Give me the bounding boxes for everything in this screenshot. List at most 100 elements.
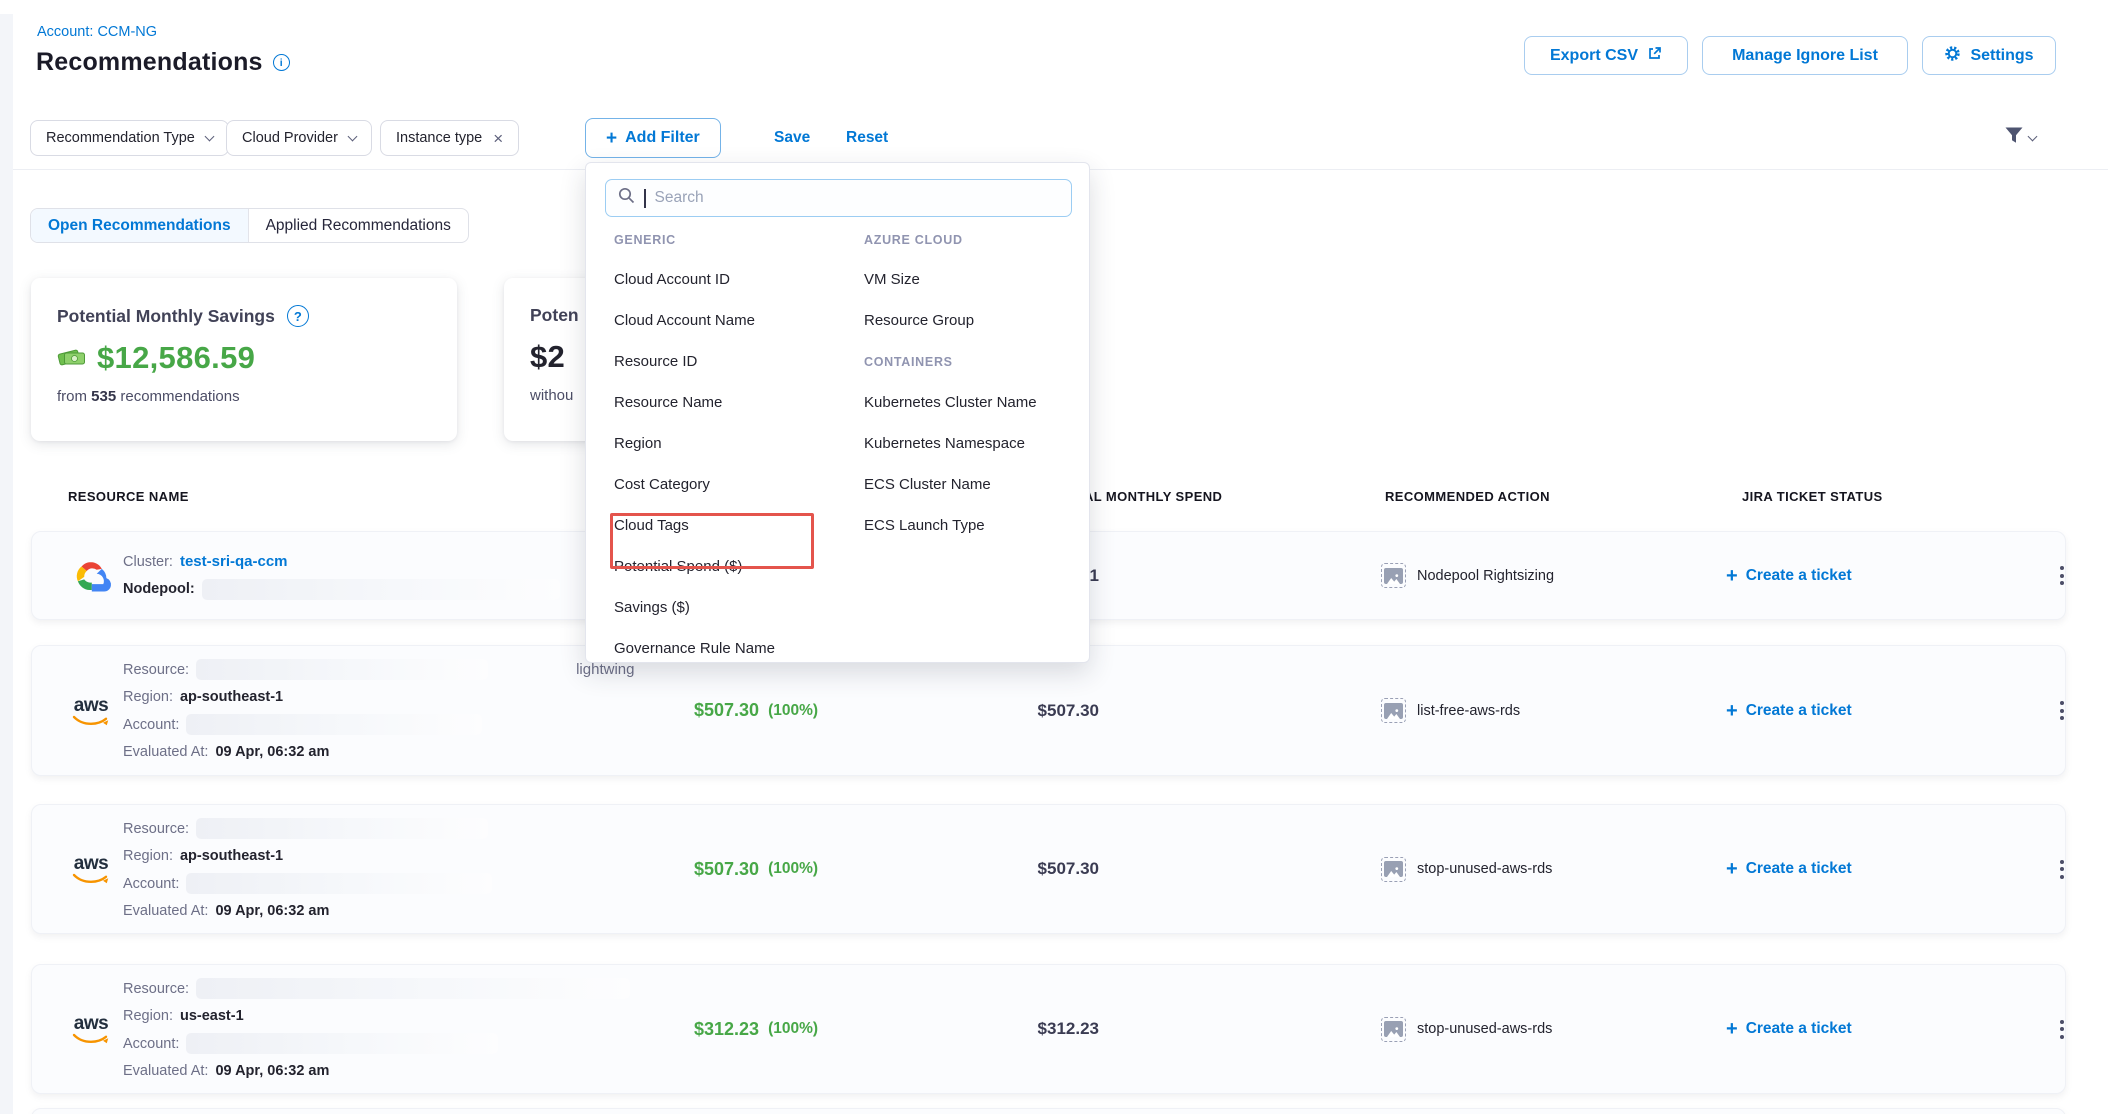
chip-label: Recommendation Type xyxy=(46,130,195,146)
potential-monthly-savings-card: Potential Monthly Savings ? $12,586.59 f… xyxy=(31,278,457,441)
resource-label: Resource: xyxy=(123,821,189,837)
filter-option-savings[interactable]: Savings ($) xyxy=(614,587,846,628)
gear-icon xyxy=(1944,45,1961,67)
region-line: Region: ap-southeast-1 xyxy=(123,684,634,712)
help-icon[interactable]: ? xyxy=(287,305,309,327)
info-icon[interactable]: i xyxy=(273,54,290,71)
create-ticket-label: Create a ticket xyxy=(1746,1020,1852,1038)
tab-open-recommendations[interactable]: Open Recommendations xyxy=(31,209,248,242)
resource-label: Resource: xyxy=(123,662,189,678)
account-label: Account: xyxy=(123,1036,179,1052)
spend-value: $507.30 xyxy=(1038,701,1099,721)
filter-option-resource-name[interactable]: Resource Name xyxy=(614,382,846,423)
row-menu-kebab-icon[interactable] xyxy=(2060,532,2064,619)
settings-button[interactable]: Settings xyxy=(1922,36,2056,75)
filter-option-cloud-account-name[interactable]: Cloud Account Name xyxy=(614,300,846,341)
plus-icon: + xyxy=(1726,566,1738,586)
savings-value: $507.30 xyxy=(694,700,759,721)
redacted-value xyxy=(186,873,492,894)
table-row[interactable]: aws Resource: lightwing Region: ap-south… xyxy=(31,645,2066,776)
search-input[interactable]: Search xyxy=(605,179,1072,217)
filter-option-cloud-tags[interactable]: Cloud Tags xyxy=(614,505,846,546)
savings-subtext: from 535 recommendations xyxy=(57,388,431,405)
filter-option-resource-group[interactable]: Resource Group xyxy=(864,300,1079,341)
row-menu-kebab-icon[interactable] xyxy=(2060,805,2064,933)
filter-option-cloud-account-id[interactable]: Cloud Account ID xyxy=(614,259,846,300)
breadcrumb[interactable]: Account: CCM-NG xyxy=(37,24,157,40)
row-menu-kebab-icon[interactable] xyxy=(2060,646,2064,775)
save-filter-link[interactable]: Save xyxy=(774,129,810,147)
reset-filter-link[interactable]: Reset xyxy=(846,129,888,147)
region-label: Region: xyxy=(123,1008,173,1024)
region-label: Region: xyxy=(123,689,173,705)
filter-chip-cloud-provider[interactable]: Cloud Provider xyxy=(226,120,372,156)
table-row[interactable]: aws Resource: Region: us-east-1 Account:… xyxy=(31,964,2066,1094)
filter-option-kubernetes-cluster-name[interactable]: Kubernetes Cluster Name xyxy=(864,382,1079,423)
manage-ignore-list-label: Manage Ignore List xyxy=(1732,47,1878,65)
add-filter-button[interactable]: + Add Filter xyxy=(585,118,721,158)
tab-applied-recommendations[interactable]: Applied Recommendations xyxy=(248,209,468,242)
filter-option-governance-rule-name[interactable]: Governance Rule Name xyxy=(614,628,846,669)
group-heading-generic: GENERIC xyxy=(614,221,846,259)
manage-ignore-list-button[interactable]: Manage Ignore List xyxy=(1702,36,1908,75)
filter-option-ecs-cluster-name[interactable]: ECS Cluster Name xyxy=(864,464,1079,505)
account-label: Account: xyxy=(123,876,179,892)
chevron-down-icon xyxy=(347,131,357,141)
close-icon[interactable]: × xyxy=(493,130,503,147)
savings-subtext-suffix: recommendations xyxy=(120,388,239,405)
evaluated-value: 09 Apr, 06:32 am xyxy=(215,1063,329,1079)
region-line: Region: us-east-1 xyxy=(123,1003,630,1031)
search-icon xyxy=(618,187,635,209)
cloud-specific-filter-groups: AZURE CLOUD VM Size Resource Group CONTA… xyxy=(864,221,1079,546)
export-csv-button[interactable]: Export CSV xyxy=(1524,36,1688,75)
create-ticket-link[interactable]: + Create a ticket xyxy=(1726,532,1852,619)
region-label: Region: xyxy=(123,848,173,864)
redacted-value xyxy=(196,818,488,839)
recommendations-tabs: Open Recommendations Applied Recommendat… xyxy=(30,208,469,243)
filter-option-region[interactable]: Region xyxy=(614,423,846,464)
filter-option-potential-spend[interactable]: Potential Spend ($) xyxy=(614,546,846,587)
aws-logo: aws xyxy=(72,805,110,933)
card-title-row: Potential Monthly Savings ? xyxy=(57,305,431,327)
potential-savings-cell: $507.30 (100%) xyxy=(694,805,818,933)
plus-icon: + xyxy=(1726,859,1738,879)
money-icon xyxy=(57,343,87,373)
create-ticket-label: Create a ticket xyxy=(1746,702,1852,720)
create-ticket-link[interactable]: + Create a ticket xyxy=(1726,965,1852,1093)
redacted-value xyxy=(186,1033,498,1054)
external-link-icon xyxy=(1647,46,1662,66)
savings-amount-row: $12,586.59 xyxy=(57,340,431,376)
filter-option-kubernetes-namespace[interactable]: Kubernetes Namespace xyxy=(864,423,1079,464)
recommended-action-label: Nodepool Rightsizing xyxy=(1417,568,1554,584)
evaluated-line: Evaluated At: 09 Apr, 06:32 am xyxy=(123,1058,630,1086)
savings-percent: (100%) xyxy=(768,702,818,720)
filter-chip-instance-type[interactable]: Instance type × xyxy=(380,120,519,156)
nodepool-label: Nodepool: xyxy=(123,581,195,597)
create-ticket-link[interactable]: + Create a ticket xyxy=(1726,646,1852,775)
filter-option-vm-size[interactable]: VM Size xyxy=(864,259,1079,300)
spend-value: $312.23 xyxy=(1038,1019,1099,1039)
recommendations-page: Account: CCM-NG Recommendations i Export… xyxy=(0,0,2108,1114)
create-ticket-label: Create a ticket xyxy=(1746,567,1852,585)
column-header-resource-name: RESOURCE NAME xyxy=(68,489,189,504)
cluster-link[interactable]: test-sri-qa-ccm xyxy=(180,553,288,570)
row-menu-kebab-icon[interactable] xyxy=(2060,965,2064,1093)
search-placeholder: Search xyxy=(655,189,704,207)
filter-option-resource-id[interactable]: Resource ID xyxy=(614,341,846,382)
filter-option-ecs-launch-type[interactable]: ECS Launch Type xyxy=(864,505,1079,546)
spend-value-fragment: 1 xyxy=(1090,566,1099,586)
column-header-recommended-action: RECOMMENDED ACTION xyxy=(1385,489,1550,504)
savings-amount: $12,586.59 xyxy=(97,340,255,376)
create-ticket-link[interactable]: + Create a ticket xyxy=(1726,805,1852,933)
table-row[interactable]: aws Resource: Region: ap-southeast-1 Acc… xyxy=(31,804,2066,934)
filter-option-cost-category[interactable]: Cost Category xyxy=(614,464,846,505)
image-placeholder-icon xyxy=(1381,1017,1406,1042)
region-value: us-east-1 xyxy=(180,1008,244,1024)
resource-line: Resource: lightwing xyxy=(123,656,634,684)
cluster-line: Cluster: test-sri-qa-ccm xyxy=(123,548,560,576)
add-filter-dropdown: Search GENERIC Cloud Account ID Cloud Ac… xyxy=(585,162,1090,663)
recommended-action-cell: stop-unused-aws-rds xyxy=(1381,965,1552,1093)
filter-panel-toggle[interactable] xyxy=(2004,126,2036,150)
filter-chip-recommendation-type[interactable]: Recommendation Type xyxy=(30,120,229,156)
total-monthly-spend-cell: $507.30 xyxy=(967,646,1099,775)
